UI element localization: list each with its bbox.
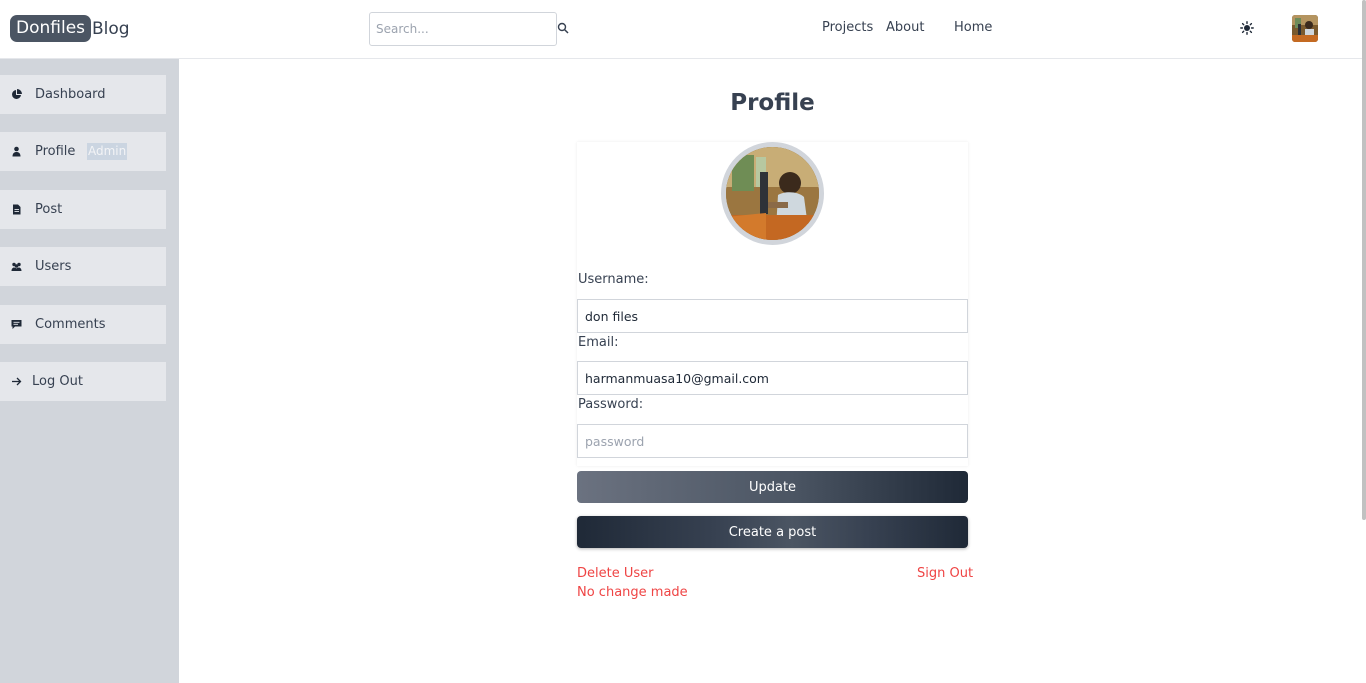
document-icon [13,204,21,215]
theme-toggle-icon[interactable] [1240,21,1254,35]
sidebar-item-profile[interactable]: Profile Admin [0,132,166,171]
sidebar-item-label: Users [35,259,72,274]
nav-home[interactable]: Home [954,20,992,35]
comment-icon [11,320,22,329]
sidebar: Dashboard Profile Admin Post Users Comme… [0,59,179,683]
profile-picture[interactable] [721,142,824,245]
site-logo[interactable]: Donfiles Blog [10,15,130,42]
nav-about[interactable]: About [886,20,924,35]
pie-chart-icon [12,89,22,99]
page-scrollbar[interactable] [1362,0,1366,520]
user-avatar[interactable] [1292,15,1318,42]
create-post-button[interactable]: Create a post [577,516,968,548]
sidebar-item-label: Profile [35,144,76,159]
sidebar-item-dashboard[interactable]: Dashboard [0,75,166,114]
sign-out-link[interactable]: Sign Out [917,566,973,581]
logo-text: Blog [92,18,130,39]
password-label: Password: [578,397,644,412]
search-icon[interactable] [557,22,569,34]
sidebar-item-comments[interactable]: Comments [0,305,166,344]
top-header: Donfiles Blog Projects About Home [0,0,1366,59]
logo-badge: Donfiles [10,15,92,42]
sidebar-item-label: Post [35,202,63,217]
sidebar-item-label: Dashboard [35,87,106,102]
sidebar-item-label: Comments [35,317,106,332]
sidebar-item-logout[interactable]: Log Out [0,362,166,401]
admin-badge: Admin [87,143,128,160]
status-message: No change made [577,585,688,600]
username-label: Username: [578,272,649,287]
email-field[interactable] [577,361,968,395]
sidebar-item-label: Log Out [32,374,83,389]
delete-user-link[interactable]: Delete User [577,566,653,581]
email-label: Email: [578,335,619,350]
sidebar-item-post[interactable]: Post [0,190,166,229]
password-field[interactable] [577,424,968,458]
sidebar-item-users[interactable]: Users [0,247,166,286]
user-icon [12,146,21,157]
update-button[interactable]: Update [577,471,968,503]
arrow-right-icon [12,377,22,386]
users-icon [11,262,22,271]
search-input[interactable] [369,12,557,46]
page-title: Profile [730,90,815,116]
nav-projects[interactable]: Projects [822,20,873,35]
username-field[interactable] [577,299,968,333]
